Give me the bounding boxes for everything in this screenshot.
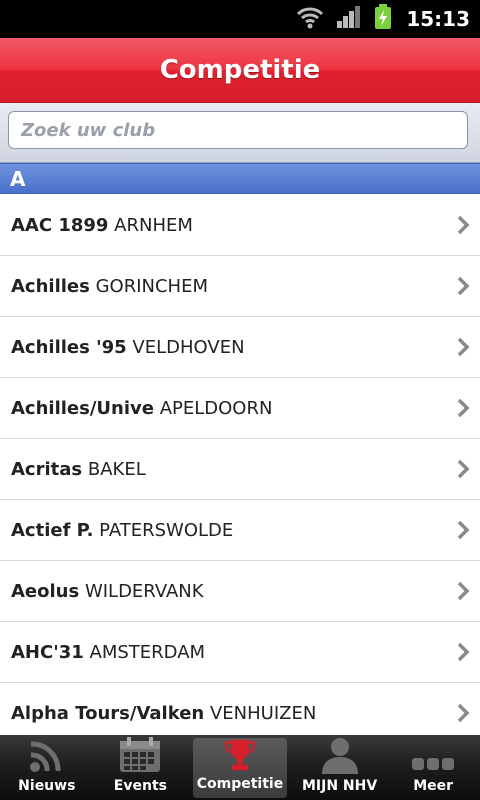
tab-meer[interactable]: Meer <box>386 735 480 800</box>
wifi-icon <box>296 5 324 33</box>
tab-bar: Nieuws Events Competitie MIJN NHV Meer <box>0 735 480 800</box>
club-city: PATERSWOLDE <box>99 519 234 541</box>
club-name: Alpha Tours/Valken <box>11 702 205 724</box>
status-bar: 15:13 <box>0 0 480 38</box>
chevron-right-icon <box>457 703 470 723</box>
chevron-right-icon <box>457 642 470 662</box>
status-time: 15:13 <box>406 7 470 31</box>
chevron-right-icon <box>457 276 470 296</box>
club-name: Achilles '95 <box>11 336 127 358</box>
club-city: VENHUIZEN <box>209 702 317 724</box>
chevron-right-icon <box>457 337 470 357</box>
list-item[interactable]: Aeolus WILDERVANK <box>0 561 480 622</box>
list-item[interactable]: Achilles GORINCHEM <box>0 256 480 317</box>
chevron-right-icon <box>457 398 470 418</box>
title-bar: Competitie <box>0 38 480 103</box>
tab-label: Events <box>113 778 167 794</box>
list-item[interactable]: AHC'31 AMSTERDAM <box>0 622 480 683</box>
club-name: AHC'31 <box>11 641 84 663</box>
club-name: AAC 1899 <box>11 214 109 236</box>
list-item[interactable]: Achilles/Unive APELDOORN <box>0 378 480 439</box>
tab-events[interactable]: Events <box>94 735 188 800</box>
tab-label: Meer <box>413 778 454 794</box>
chevron-right-icon <box>457 520 470 540</box>
tab-label: MIJN NHV <box>301 778 378 794</box>
list-item[interactable]: Achilles '95 VELDHOVEN <box>0 317 480 378</box>
more-dots-icon <box>412 758 455 770</box>
club-city: BAKEL <box>87 458 146 480</box>
list-item[interactable]: AAC 1899 ARNHEM <box>0 195 480 256</box>
chevron-right-icon <box>457 215 470 235</box>
signal-icon <box>336 5 362 33</box>
tab-nieuws[interactable]: Nieuws <box>0 735 94 800</box>
club-city: AMSTERDAM <box>89 641 206 663</box>
club-list: AAC 1899 ARNHEM Achilles GORINCHEM Achil… <box>0 195 480 735</box>
tab-label: Competitie <box>196 776 284 792</box>
club-city: WILDERVANK <box>84 580 204 602</box>
chevron-right-icon <box>457 581 470 601</box>
rss-icon <box>29 741 61 772</box>
page-title: Competitie <box>159 55 321 85</box>
list-item[interactable]: Acritas BAKEL <box>0 439 480 500</box>
person-icon <box>321 738 358 774</box>
trophy-icon <box>224 739 256 771</box>
club-city: ARNHEM <box>114 214 193 236</box>
section-header: A <box>0 163 480 194</box>
tab-competitie[interactable]: Competitie <box>193 738 287 798</box>
club-name: Acritas <box>11 458 83 480</box>
club-name: Achilles <box>11 275 90 297</box>
club-city: VELDHOVEN <box>132 336 245 358</box>
chevron-right-icon <box>457 459 470 479</box>
search-input[interactable] <box>8 111 468 149</box>
battery-charging-icon <box>374 4 392 34</box>
club-name: Aeolus <box>11 580 80 602</box>
calendar-icon <box>120 737 161 772</box>
list-item[interactable]: Alpha Tours/Valken VENHUIZEN <box>0 683 480 735</box>
tab-label: Nieuws <box>18 778 76 794</box>
club-name: Achilles/Unive <box>11 397 154 419</box>
club-name: Actief P. <box>11 519 94 541</box>
search-bar <box>0 103 480 163</box>
club-city: APELDOORN <box>159 397 273 419</box>
tab-mijn-nhv[interactable]: MIJN NHV <box>293 735 387 800</box>
club-city: GORINCHEM <box>95 275 208 297</box>
list-item[interactable]: Actief P. PATERSWOLDE <box>0 500 480 561</box>
